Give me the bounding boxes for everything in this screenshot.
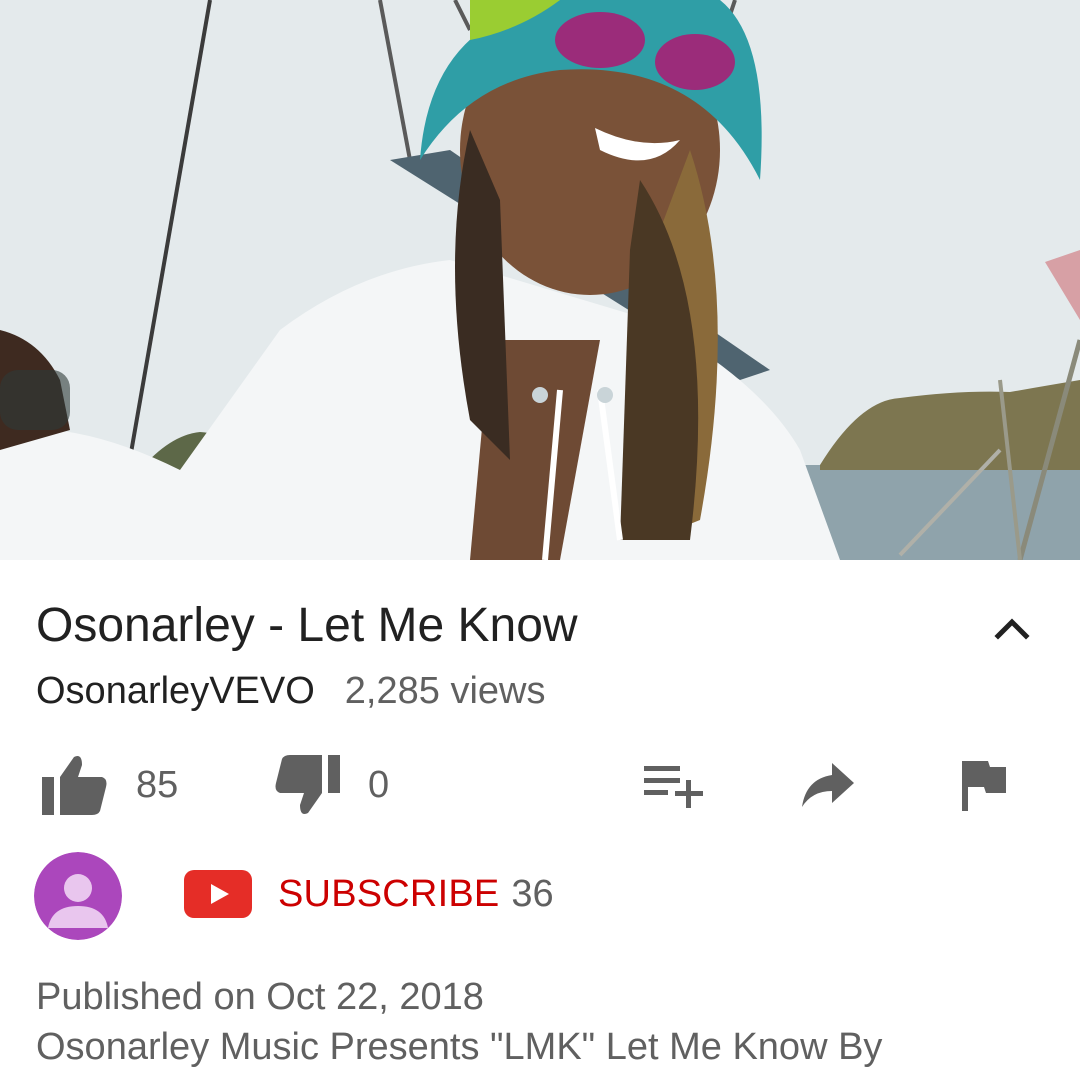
share-button[interactable] xyxy=(800,750,856,820)
publish-date: Published on Oct 22, 2018 xyxy=(36,976,484,1018)
view-count: 2,285 views xyxy=(344,670,546,712)
thumb-up-icon xyxy=(42,756,107,815)
like-count: 85 xyxy=(136,763,179,806)
default-avatar-icon xyxy=(34,852,122,940)
subscribe-button[interactable]: SUBSCRIBE 36 xyxy=(184,866,554,922)
report-button[interactable] xyxy=(958,750,1010,820)
add-to-playlist-button[interactable] xyxy=(642,750,708,820)
thumb-down-icon xyxy=(275,755,340,814)
video-title: Osonarley - Let Me Know xyxy=(36,599,578,652)
subscriber-count: 36 xyxy=(511,872,554,915)
share-icon xyxy=(802,763,854,807)
like-button[interactable]: 85 xyxy=(40,750,178,820)
channel-name[interactable]: OsonarleyVEVO xyxy=(36,670,315,712)
playlist-add-icon xyxy=(644,766,703,808)
channel-avatar[interactable] xyxy=(34,852,122,940)
youtube-logo-icon xyxy=(184,870,252,918)
subscribe-label: SUBSCRIBE xyxy=(278,872,500,915)
video-player[interactable] xyxy=(0,0,1080,560)
video-description: Osonarley Music Presents "LMK" Let Me Kn… xyxy=(36,1026,883,1068)
dislike-count: 0 xyxy=(368,763,390,806)
video-frame xyxy=(0,0,1080,560)
flag-icon xyxy=(962,761,1006,811)
collapse-description-button[interactable] xyxy=(990,608,1034,652)
video-meta: OsonarleyVEVO 2,285 views xyxy=(36,668,545,714)
chevron-up-icon xyxy=(994,618,1030,640)
dislike-button[interactable]: 0 xyxy=(272,750,389,820)
